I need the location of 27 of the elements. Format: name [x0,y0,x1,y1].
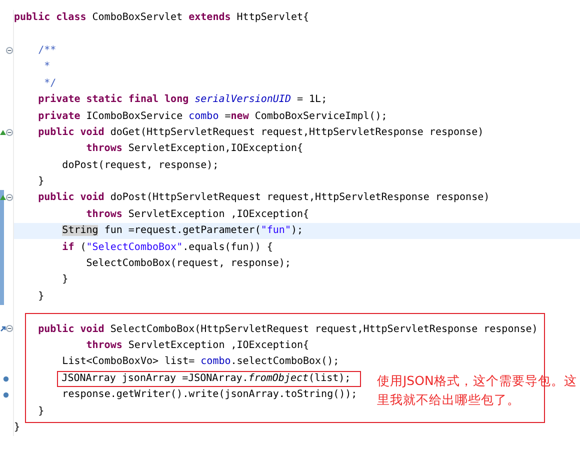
code-line: throws ServletException ,IOException{ [86,208,310,222]
collapse-icon[interactable] [6,194,13,202]
code-line: } [14,420,20,435]
code-line: } [38,404,44,419]
code-line: } [38,290,44,304]
code-line: if ("SelectComboBox".equals(fun)) { [62,240,273,255]
code-line: String fun =request.getParameter("fun"); [62,224,304,238]
code-line: public class ComboBoxServlet extends HttpServlet{ [14,11,310,26]
collapse-icon[interactable] [6,128,13,136]
code-line: public void doPost(HttpServletRequest request,HttpServletResponse response) [38,191,490,206]
code-line: public void SelectComboBox(HttpServletRequest request,HttpServletResponse response) [38,322,538,337]
code-line: response.getWriter().write(jsonArray.toString()); [62,388,358,402]
code-line: throws ServletException,IOException{ [86,142,303,156]
code-line: private IComboBoxService combo =new ComboBoxServiceImpl(); [38,110,388,124]
code-line: doPost(request, response); [62,158,219,173]
collapse-icon[interactable] [6,46,13,54]
code-line: private static final long serialVersionUID = 1L; [38,93,328,108]
code-line: throws ServletException ,IOException{ [86,339,310,353]
code-line: } [62,273,68,288]
collapse-icon[interactable] [6,325,13,332]
code-line: */ [44,76,56,91]
code-line: * [44,60,50,74]
code-line: } [38,175,44,190]
code-line: SelectComboBox(request, response); [86,257,291,272]
code-line: public void doGet(HttpServletRequest request,HttpServletResponse response) [38,126,484,140]
code-line: /** [38,44,56,58]
code-line: List<ComboBoxVo> list= combo.selectComboBox(); [62,355,340,370]
